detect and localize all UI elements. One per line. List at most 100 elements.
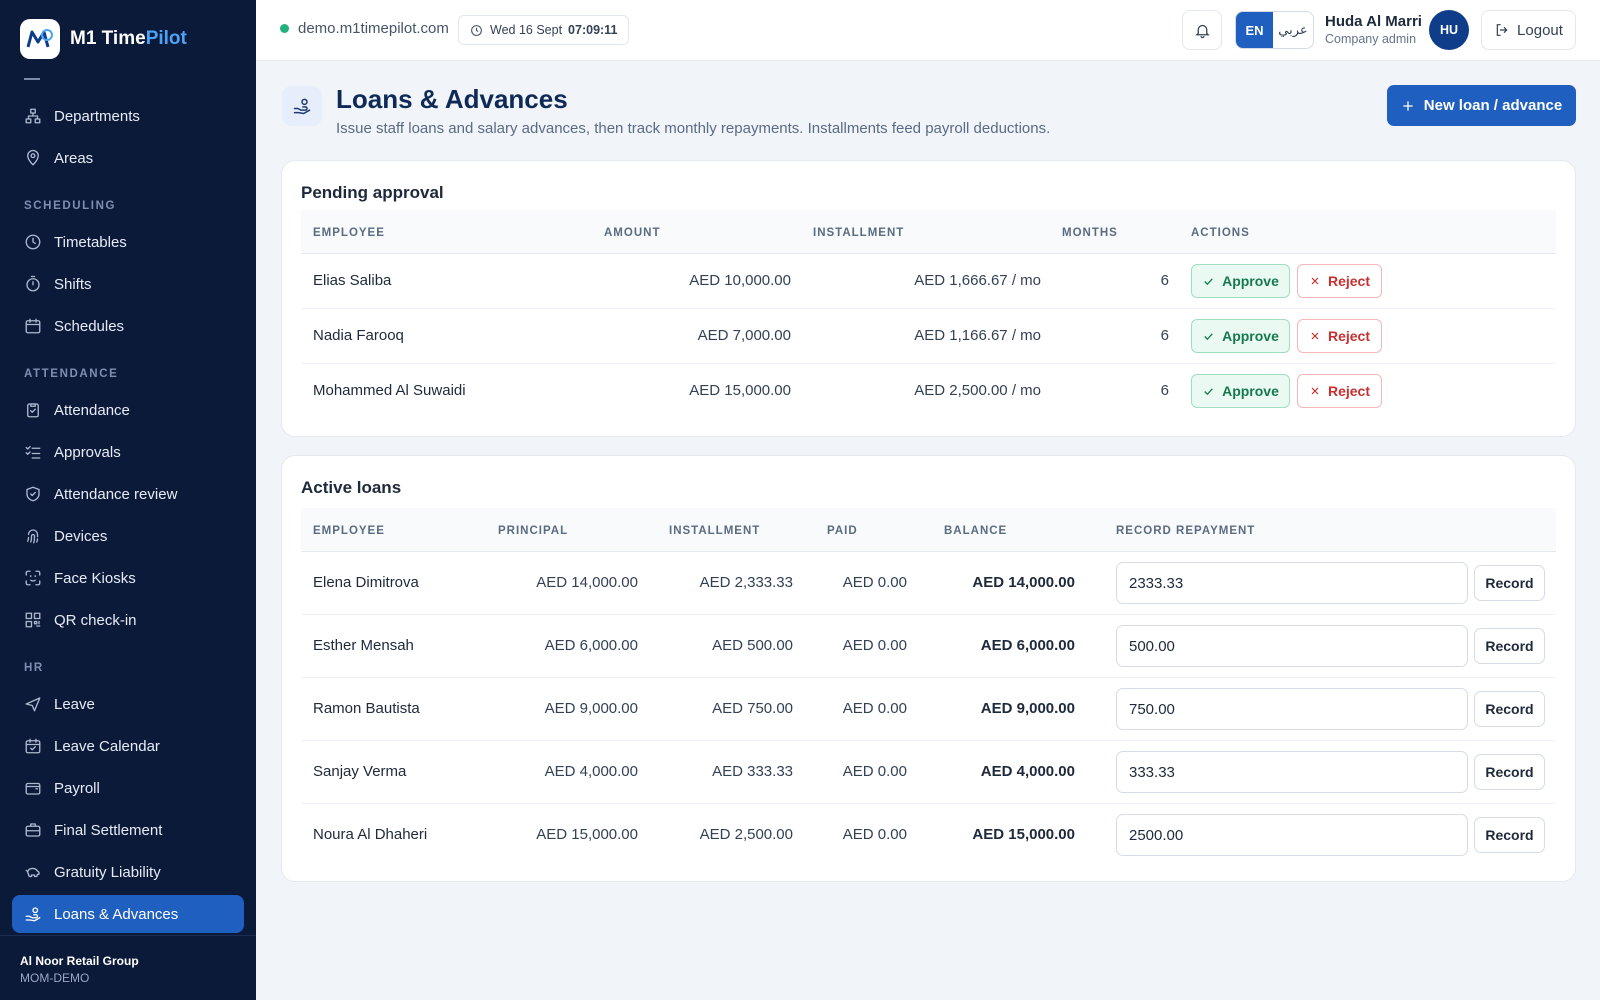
sidebar-item-timetables[interactable]: Timetables bbox=[12, 223, 244, 261]
record-repayment-button[interactable]: Record bbox=[1474, 628, 1545, 664]
sidebar-item-leave[interactable]: Leave bbox=[12, 685, 244, 723]
face-scan-icon bbox=[25, 570, 41, 586]
record-repayment-button[interactable]: Record bbox=[1474, 754, 1545, 790]
sidebar-item-face-kiosks[interactable]: Face Kiosks bbox=[12, 559, 244, 597]
clock-icon bbox=[25, 234, 41, 250]
paid-value: AED 0.00 bbox=[842, 574, 907, 591]
sidebar-item-gratuity-liability[interactable]: Gratuity Liability bbox=[12, 853, 244, 891]
amount-value: AED 7,000.00 bbox=[697, 327, 791, 344]
repayment-amount-input[interactable] bbox=[1116, 562, 1468, 604]
close-icon bbox=[1311, 387, 1319, 395]
check-icon bbox=[1204, 332, 1213, 340]
amount-value: AED 10,000.00 bbox=[689, 272, 791, 289]
table-row: Nadia Farooq AED 7,000.00 AED 1,166.67 / m… bbox=[301, 309, 1556, 364]
list-check-icon bbox=[25, 446, 41, 459]
sidebar-item-departments[interactable]: Departments bbox=[12, 97, 244, 135]
column-header-installment: INSTALLMENT bbox=[813, 227, 905, 239]
installment-value: AED 2,333.33 bbox=[699, 574, 793, 591]
online-status-dot bbox=[280, 24, 289, 33]
reject-button[interactable]: Reject bbox=[1297, 374, 1382, 408]
lang-ar-button[interactable]: عربي bbox=[1273, 12, 1313, 48]
installment-value: AED 2,500.00 / mo bbox=[914, 382, 1041, 399]
installment-value: AED 2,500.00 bbox=[699, 826, 793, 843]
sidebar-item-final-settlement[interactable]: Final Settlement bbox=[12, 811, 244, 849]
column-header-actions: ACTIONS bbox=[1191, 227, 1250, 239]
record-repayment-button[interactable]: Record bbox=[1474, 817, 1545, 853]
avatar[interactable]: HU bbox=[1429, 10, 1469, 50]
brand-name: M1 TimePilot bbox=[70, 28, 187, 49]
calendar-icon bbox=[25, 318, 41, 334]
record-repayment-button[interactable]: Record bbox=[1474, 691, 1545, 727]
domain-indicator: demo.m1timepilot.com bbox=[280, 20, 449, 37]
user-info: Huda Al Marri Company admin bbox=[1325, 13, 1422, 46]
months-value: 6 bbox=[1160, 327, 1169, 344]
sidebar-item-shifts[interactable]: Shifts bbox=[12, 265, 244, 303]
date-text: Wed 16 Sept bbox=[490, 23, 563, 37]
logout-button[interactable]: Logout bbox=[1481, 10, 1576, 50]
table-row: Esther Mensah AED 6,000.00 AED 500.00 AED 0… bbox=[301, 615, 1556, 678]
table-row: Noura Al Dhaheri AED 15,000.00 AED 2,500.0… bbox=[301, 804, 1556, 867]
installment-value: AED 1,166.67 / mo bbox=[914, 327, 1041, 344]
approve-button[interactable]: Approve bbox=[1191, 264, 1290, 298]
table-row: Sanjay Verma AED 4,000.00 AED 333.33 AED 0.… bbox=[301, 741, 1556, 804]
installment-value: AED 333.33 bbox=[712, 763, 793, 780]
new-loan-button[interactable]: New loan / advance bbox=[1387, 85, 1576, 126]
approve-button[interactable]: Approve bbox=[1191, 319, 1290, 353]
clock-icon bbox=[471, 24, 482, 36]
sidebar-item-approvals[interactable]: Approvals bbox=[12, 433, 244, 471]
paid-value: AED 0.00 bbox=[842, 763, 907, 780]
sidebar-item-schedules[interactable]: Schedules bbox=[12, 307, 244, 345]
installment-value: AED 750.00 bbox=[712, 700, 793, 717]
column-header-employee: EMPLOYEE bbox=[313, 525, 385, 537]
employee-name: Elias Saliba bbox=[313, 272, 392, 289]
sidebar-item-payroll[interactable]: Payroll bbox=[12, 769, 244, 807]
table-row: Elias Saliba AED 10,000.00 AED 1,666.67 / … bbox=[301, 254, 1556, 309]
pending-approval-title: Pending approval bbox=[301, 183, 444, 202]
repayment-amount-input[interactable] bbox=[1116, 751, 1468, 793]
notifications-button[interactable] bbox=[1182, 10, 1222, 50]
employee-name: Esther Mensah bbox=[313, 637, 414, 654]
sidebar-item-qr-checkin[interactable]: QR check-in bbox=[12, 601, 244, 639]
repayment-amount-input[interactable] bbox=[1116, 625, 1468, 667]
employee-name: Nadia Farooq bbox=[313, 327, 404, 344]
sidebar-item-areas[interactable]: Areas bbox=[12, 139, 244, 177]
months-value: 6 bbox=[1160, 272, 1169, 289]
sidebar-item-attendance-review[interactable]: Attendance review bbox=[12, 475, 244, 513]
sidebar-item-loans-advances[interactable]: Loans & Advances bbox=[12, 895, 244, 933]
sidebar-item-devices[interactable]: Devices bbox=[12, 517, 244, 555]
record-repayment-button[interactable]: Record bbox=[1474, 565, 1545, 601]
org-name: Al Noor Retail Group bbox=[20, 954, 139, 968]
amount-value: AED 15,000.00 bbox=[689, 382, 791, 399]
column-header-amount: AMOUNT bbox=[604, 227, 661, 239]
shield-check-icon bbox=[26, 486, 40, 502]
sidebar-item-attendance[interactable]: Attendance bbox=[12, 391, 244, 429]
balance-value: AED 14,000.00 bbox=[972, 574, 1075, 591]
principal-value: AED 14,000.00 bbox=[536, 574, 638, 591]
org-code: MOM-DEMO bbox=[20, 971, 90, 985]
column-header-paid: PAID bbox=[827, 525, 858, 537]
installment-value: AED 500.00 bbox=[712, 637, 793, 654]
wallet-icon bbox=[25, 782, 41, 795]
principal-value: AED 9,000.00 bbox=[544, 700, 638, 717]
topbar: demo.m1timepilot.com Wed 16 Sept 07:09:1… bbox=[256, 0, 1600, 61]
close-icon bbox=[1311, 332, 1319, 340]
repayment-amount-input[interactable] bbox=[1116, 814, 1468, 856]
column-header-installment: INSTALLMENT bbox=[669, 525, 761, 537]
lang-en-button[interactable]: EN bbox=[1236, 12, 1273, 48]
qr-code-icon bbox=[25, 612, 41, 628]
brand[interactable]: M1 TimePilot bbox=[0, 0, 256, 78]
calendar-check-icon bbox=[25, 738, 41, 754]
paid-value: AED 0.00 bbox=[842, 637, 907, 654]
employee-name: Mohammed Al Suwaidi bbox=[313, 382, 466, 399]
time-text: 07:09:11 bbox=[568, 23, 618, 37]
approve-button[interactable]: Approve bbox=[1191, 374, 1290, 408]
repayment-amount-input[interactable] bbox=[1116, 688, 1468, 730]
user-role: Company admin bbox=[1325, 32, 1417, 46]
section-label-attendance: ATTENDANCE bbox=[24, 368, 119, 380]
reject-button[interactable]: Reject bbox=[1297, 264, 1382, 298]
pending-table-header: EMPLOYEE AMOUNT INSTALLMENT MONTHS ACTIO… bbox=[301, 210, 1556, 254]
briefcase-icon bbox=[25, 823, 41, 837]
sidebar-item-leave-calendar[interactable]: Leave Calendar bbox=[12, 727, 244, 765]
reject-button[interactable]: Reject bbox=[1297, 319, 1382, 353]
section-label-hr: HR bbox=[24, 662, 44, 674]
